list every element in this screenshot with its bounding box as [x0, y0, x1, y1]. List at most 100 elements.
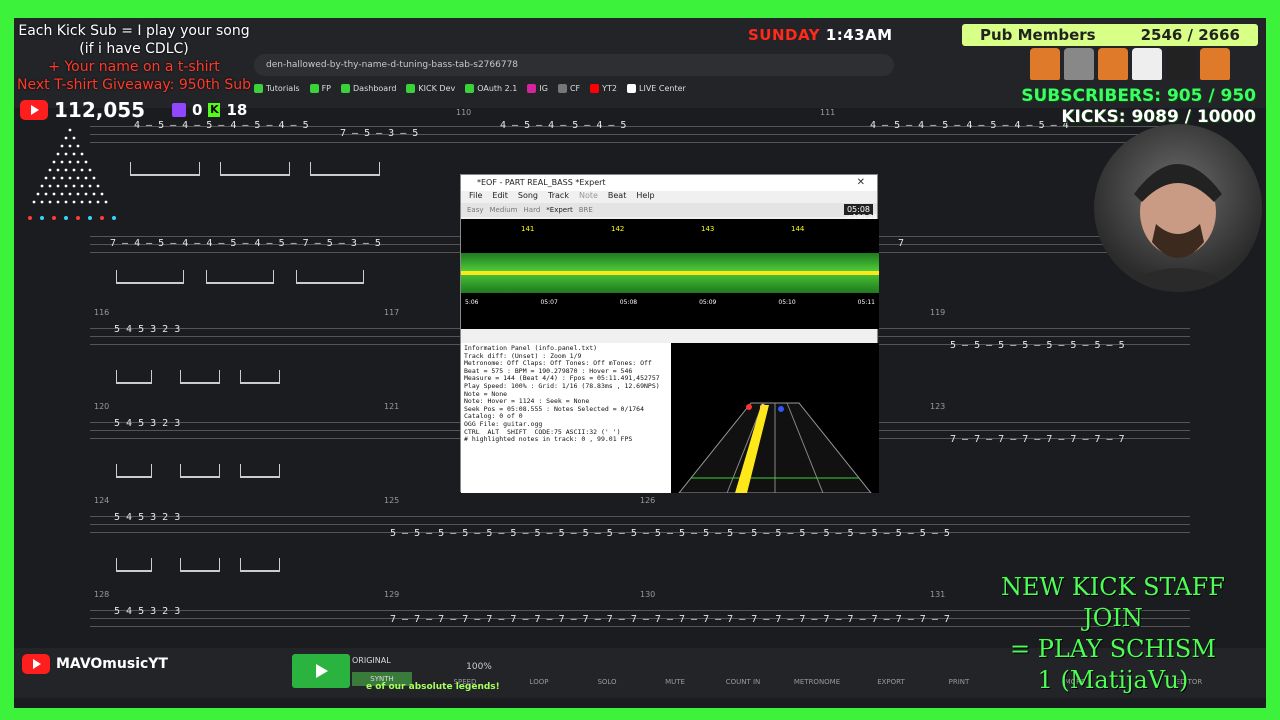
- measure-number: 116: [94, 308, 110, 317]
- close-icon[interactable]: ✕: [857, 175, 865, 191]
- shirt-icon: [1030, 48, 1060, 80]
- beat-marker: 143: [701, 225, 715, 233]
- bookmark-kick-dev[interactable]: KICK Dev: [406, 83, 455, 93]
- bookmark-dashboard[interactable]: Dashboard: [341, 83, 396, 93]
- measure-number: 121: [384, 402, 400, 411]
- clock-time: 1:43AM: [825, 26, 893, 44]
- measure-number: 120: [94, 402, 110, 411]
- bookmark-ig[interactable]: IG: [527, 83, 548, 93]
- menu-file[interactable]: File: [469, 191, 482, 203]
- youtube-icon: [22, 654, 50, 674]
- beat-marker: 141: [521, 225, 535, 233]
- kick-staff-announcement: NEW KICK STAFF JOIN = PLAY SCHISM 1 (Mat…: [968, 572, 1258, 696]
- difficulty-tabs: Easy Medium Hard *Expert BRE 05:08: [461, 203, 877, 217]
- menu-note[interactable]: Note: [579, 191, 598, 203]
- tab-expert[interactable]: *Expert: [546, 206, 572, 214]
- sub-goal-pyramid: [28, 128, 116, 220]
- announcement-line: 1 (MatijaVu): [1037, 666, 1189, 694]
- shirt-icon: [1064, 48, 1094, 80]
- eof-menubar: File Edit Song Track Note Beat Help: [461, 191, 877, 203]
- kick-icon: [309, 83, 319, 93]
- measure-number: 131: [930, 590, 946, 599]
- tab-easy[interactable]: Easy: [467, 206, 484, 214]
- note-highway-2d[interactable]: 141 142 143 144 <190.28 5:06 05:07 05:08 05…: [461, 213, 879, 329]
- bookmarks-bar: Tutorials FP Dashboard KICK Dev OAuth 2.…: [254, 78, 1154, 98]
- clock-day: SUNDAY: [748, 26, 821, 44]
- measure-number: 111: [820, 108, 836, 117]
- eof-editor-window: *EOF - PART REAL_BASS *Expert ✕ File Edi…: [460, 174, 879, 493]
- sub-goals: SUBSCRIBERS: 905 / 950 KICKS: 9089 / 100…: [1021, 86, 1256, 128]
- shirt-icon: [1132, 48, 1162, 80]
- play-button[interactable]: [292, 654, 350, 688]
- measure-number: 123: [930, 402, 946, 411]
- channel-name: MAVOmusicYT: [56, 656, 168, 672]
- eof-title-bar: *EOF - PART REAL_BASS *Expert ✕: [461, 175, 877, 191]
- menu-song[interactable]: Song: [518, 191, 538, 203]
- bookmark-icon: [557, 83, 567, 93]
- eof-title: *EOF - PART REAL_BASS *Expert: [477, 178, 606, 187]
- twitch-count-value: 0: [192, 101, 203, 119]
- bookmark-live-center[interactable]: LIVE Center: [627, 83, 686, 93]
- announcement-line: = PLAY SCHISM: [1010, 635, 1216, 663]
- chat-counts: 0 K 18: [172, 101, 247, 119]
- measure-number: 125: [384, 496, 400, 505]
- twitch-icon: [172, 103, 186, 117]
- speed-value: 100%: [466, 662, 492, 672]
- bookmark-cf[interactable]: CF: [557, 83, 580, 93]
- tab-system-5: 124 125 126 5 4 5 3 2 3 5 – 5 – 5 – 5 – …: [90, 496, 1190, 578]
- menu-edit[interactable]: Edit: [492, 191, 508, 203]
- cdlc-text: (if i have CDLC): [79, 41, 189, 57]
- tab-hard[interactable]: Hard: [524, 206, 541, 214]
- menu-beat[interactable]: Beat: [608, 191, 626, 203]
- channel-handle: MAVOmusicYT: [22, 654, 168, 674]
- address-bar[interactable]: den-hallowed-by-thy-name-d-tuning-bass-t…: [254, 54, 894, 76]
- instagram-icon: [527, 83, 537, 93]
- note-highway-3d: [671, 343, 879, 493]
- tiktok-icon: [627, 83, 637, 93]
- shirt-icon: [1200, 48, 1230, 80]
- merch-shirts: [1030, 48, 1260, 84]
- subscribers-goal: SUBSCRIBERS: 905 / 950: [1021, 86, 1256, 106]
- webcam-feed: [1094, 124, 1262, 292]
- tab-bre[interactable]: BRE: [579, 206, 593, 214]
- pub-members-bar: Pub Members 2546 / 2666: [962, 24, 1258, 46]
- menu-track[interactable]: Track: [548, 191, 569, 203]
- bpm-marker: <190.28: [846, 213, 877, 221]
- measure-number: 117: [384, 308, 400, 317]
- youtube-count-value: 112,055: [54, 98, 146, 122]
- measure-number: 126: [640, 496, 656, 505]
- kick-count-value: 18: [226, 101, 248, 119]
- stream-info-overlay: Each Kick Sub = I play your song (if i h…: [14, 22, 254, 94]
- measure-number: 119: [930, 308, 946, 317]
- bookmark-fp[interactable]: FP: [309, 83, 331, 93]
- menu-help[interactable]: Help: [636, 191, 654, 203]
- youtube-viewer-count: 112,055: [20, 98, 145, 122]
- pub-count: 2546 / 2666: [1140, 26, 1240, 44]
- tshirt-text: + Your name on a t-shirt: [48, 59, 220, 75]
- kick-sub-text: Each Kick Sub = I play your song: [18, 23, 250, 39]
- bookmark-oauth[interactable]: OAuth 2.1: [465, 83, 517, 93]
- shirt-icon: [1166, 48, 1196, 80]
- bookmark-yt2[interactable]: YT2: [590, 83, 617, 93]
- youtube-icon: [590, 83, 600, 93]
- beat-marker: 144: [791, 225, 805, 233]
- youtube-icon: [20, 100, 48, 120]
- note-lane: [461, 271, 879, 275]
- original-toggle[interactable]: ORIGINAL: [352, 656, 391, 665]
- bookmark-tutorials[interactable]: Tutorials: [254, 83, 300, 93]
- kicks-goal: KICKS: 9089 / 10000: [1061, 107, 1256, 127]
- stream-clock: SUNDAY 1:43AM: [748, 26, 893, 44]
- kick-icon: [465, 83, 475, 93]
- pub-label: Pub Members: [980, 26, 1096, 44]
- beat-marker: 142: [611, 225, 625, 233]
- streamer-silhouette: [1114, 164, 1242, 292]
- timeline: 5:06 05:07 05:08 05:09 05:10 05:11: [465, 299, 875, 306]
- measure-number: 129: [384, 590, 400, 599]
- ticker-text: e of our absolute legends!: [366, 682, 500, 692]
- tab-medium[interactable]: Medium: [490, 206, 518, 214]
- measure-number: 130: [640, 590, 656, 599]
- measure-number: 128: [94, 590, 110, 599]
- kick-icon: K: [208, 103, 221, 117]
- announcement-line: NEW KICK STAFF JOIN: [1001, 573, 1225, 632]
- kick-icon: [406, 83, 416, 93]
